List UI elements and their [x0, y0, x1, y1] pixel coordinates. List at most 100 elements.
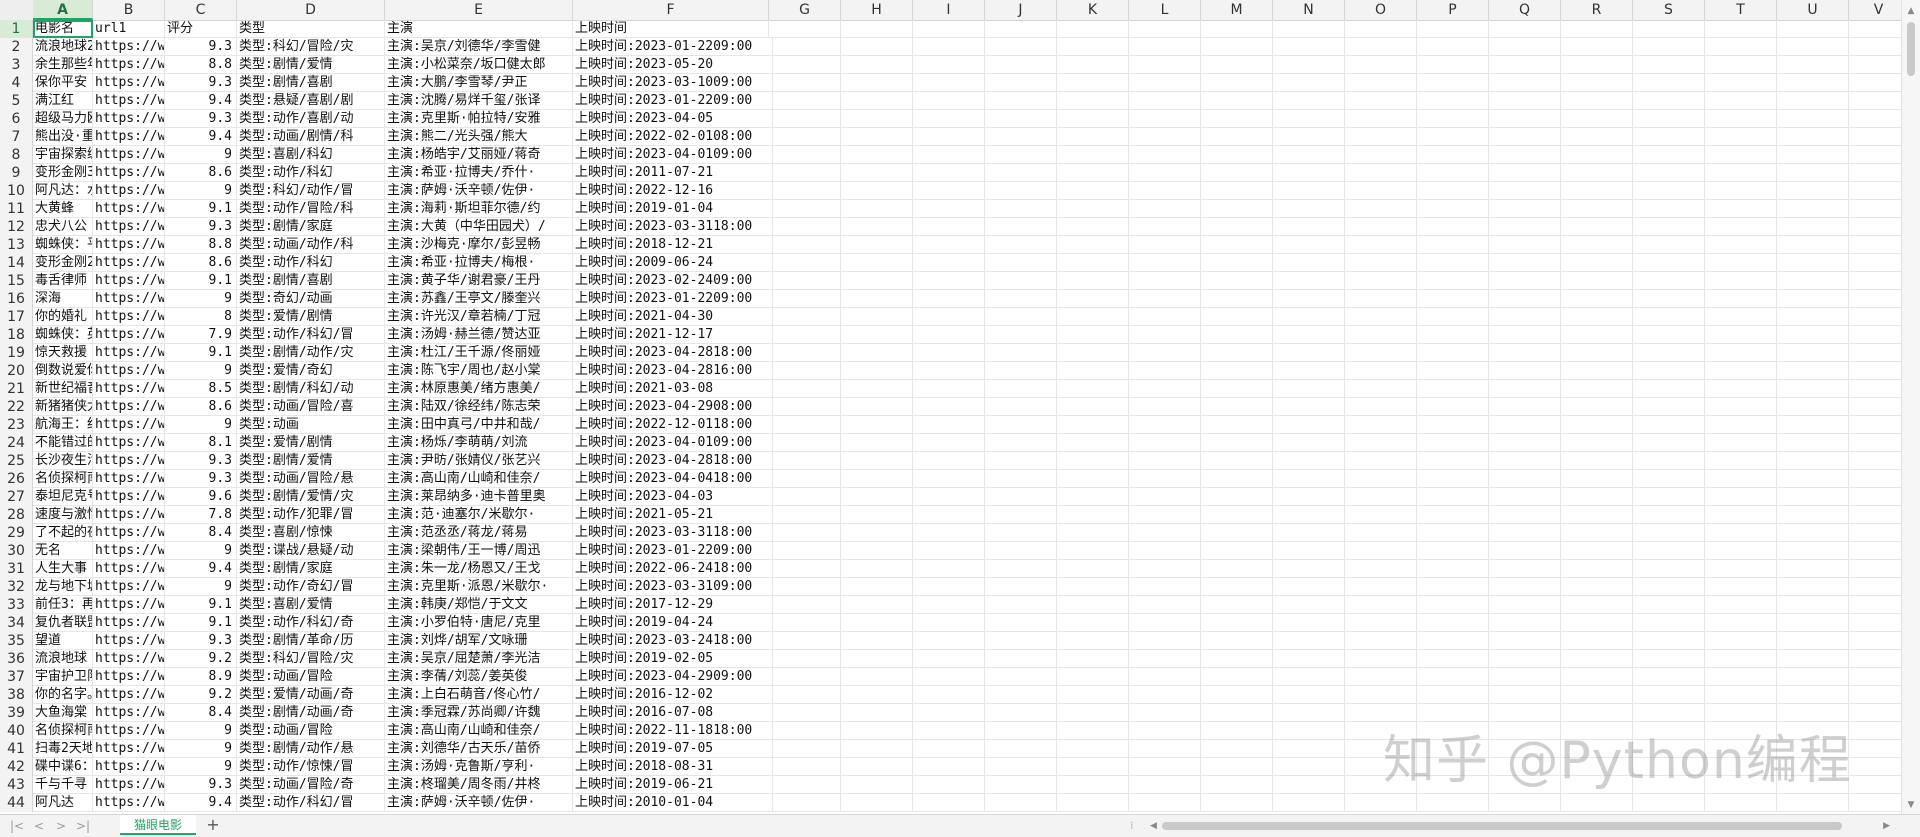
- empty-cell[interactable]: [1705, 398, 1777, 416]
- empty-cell[interactable]: [769, 362, 841, 380]
- table-cell[interactable]: https://w: [93, 524, 165, 542]
- table-cell[interactable]: 主演:杨烁/李萌萌/刘流: [385, 434, 573, 452]
- empty-cell[interactable]: [1129, 218, 1201, 236]
- empty-cell[interactable]: [913, 128, 985, 146]
- empty-cell[interactable]: [1273, 20, 1345, 38]
- empty-cell[interactable]: [1777, 380, 1849, 398]
- empty-cell[interactable]: [841, 74, 913, 92]
- empty-cell[interactable]: [1633, 722, 1705, 740]
- select-all-corner[interactable]: [0, 0, 34, 20]
- table-cell[interactable]: 扫毒2天地: [33, 740, 93, 758]
- empty-cell[interactable]: [1705, 182, 1777, 200]
- empty-cell[interactable]: [841, 452, 913, 470]
- scroll-down-arrow-icon[interactable]: ▼: [1906, 800, 1916, 810]
- empty-cell[interactable]: [1561, 722, 1633, 740]
- empty-cell[interactable]: [1129, 20, 1201, 38]
- empty-cell[interactable]: [1561, 128, 1633, 146]
- empty-cell[interactable]: [1417, 650, 1489, 668]
- empty-cell[interactable]: [769, 614, 841, 632]
- empty-cell[interactable]: [913, 380, 985, 398]
- table-cell[interactable]: 不能错过的: [33, 434, 93, 452]
- empty-cell[interactable]: [1849, 38, 1902, 56]
- empty-cell[interactable]: [913, 308, 985, 326]
- table-cell[interactable]: 类型:剧情/喜剧: [237, 74, 385, 92]
- scroll-right-arrow-icon[interactable]: ▶: [1883, 820, 1890, 832]
- empty-cell[interactable]: [1345, 146, 1417, 164]
- table-cell[interactable]: 人生大事: [33, 560, 93, 578]
- empty-cell[interactable]: [1417, 200, 1489, 218]
- table-cell[interactable]: 9: [165, 578, 237, 596]
- empty-cell[interactable]: [1273, 308, 1345, 326]
- table-cell[interactable]: 上映时间:2019-07-05: [573, 740, 773, 758]
- empty-cell[interactable]: [1417, 632, 1489, 650]
- empty-cell[interactable]: [1849, 794, 1902, 812]
- empty-cell[interactable]: [1489, 38, 1561, 56]
- empty-cell[interactable]: [1705, 434, 1777, 452]
- empty-cell[interactable]: [1705, 488, 1777, 506]
- empty-cell[interactable]: [1633, 524, 1705, 542]
- empty-cell[interactable]: [1129, 488, 1201, 506]
- empty-cell[interactable]: [1201, 74, 1273, 92]
- empty-cell[interactable]: [769, 128, 841, 146]
- table-cell[interactable]: 上映时间:2023-01-2209:00: [573, 92, 773, 110]
- table-cell[interactable]: 9.3: [165, 38, 237, 56]
- empty-cell[interactable]: [769, 308, 841, 326]
- empty-cell[interactable]: [1057, 56, 1129, 74]
- empty-cell[interactable]: [1345, 668, 1417, 686]
- empty-cell[interactable]: [769, 38, 841, 56]
- table-cell[interactable]: 上映时间:2023-04-0109:00: [573, 434, 773, 452]
- empty-cell[interactable]: [1561, 290, 1633, 308]
- table-cell[interactable]: 主演:高山南/山崎和佳奈/: [385, 722, 573, 740]
- table-cell[interactable]: 主演:吴京/刘德华/李雪健: [385, 38, 573, 56]
- empty-cell[interactable]: [1201, 344, 1273, 362]
- empty-cell[interactable]: [769, 56, 841, 74]
- empty-cell[interactable]: [1129, 416, 1201, 434]
- empty-cell[interactable]: [913, 56, 985, 74]
- row-number[interactable]: 12: [0, 218, 33, 236]
- empty-cell[interactable]: [1849, 236, 1902, 254]
- table-cell[interactable]: https://w: [93, 164, 165, 182]
- empty-cell[interactable]: [1129, 164, 1201, 182]
- table-cell[interactable]: https://w: [93, 38, 165, 56]
- table-cell[interactable]: https://w: [93, 380, 165, 398]
- empty-cell[interactable]: [913, 74, 985, 92]
- table-cell[interactable]: 8.4: [165, 704, 237, 722]
- table-cell[interactable]: 蜘蛛侠：英: [33, 326, 93, 344]
- empty-cell[interactable]: [985, 128, 1057, 146]
- table-cell[interactable]: 上映时间:2023-04-2818:00: [573, 344, 773, 362]
- empty-cell[interactable]: [1057, 200, 1129, 218]
- empty-cell[interactable]: [1201, 164, 1273, 182]
- empty-cell[interactable]: [841, 740, 913, 758]
- empty-cell[interactable]: [1201, 380, 1273, 398]
- empty-cell[interactable]: [769, 632, 841, 650]
- empty-cell[interactable]: [1561, 614, 1633, 632]
- empty-cell[interactable]: [1633, 380, 1705, 398]
- empty-cell[interactable]: [1489, 722, 1561, 740]
- table-cell[interactable]: 类型:科幻/动作/冒: [237, 182, 385, 200]
- table-cell[interactable]: 上映时间:2023-01-2209:00: [573, 542, 773, 560]
- empty-cell[interactable]: [1417, 470, 1489, 488]
- empty-cell[interactable]: [1561, 776, 1633, 794]
- empty-cell[interactable]: [1345, 200, 1417, 218]
- empty-cell[interactable]: [1057, 308, 1129, 326]
- empty-cell[interactable]: [985, 758, 1057, 776]
- empty-cell[interactable]: [1201, 722, 1273, 740]
- empty-cell[interactable]: [1777, 272, 1849, 290]
- empty-cell[interactable]: [1489, 20, 1561, 38]
- table-cell[interactable]: 了不起的夜: [33, 524, 93, 542]
- table-cell[interactable]: 类型:爱情/奇幻: [237, 362, 385, 380]
- vertical-scroll-thumb[interactable]: [1907, 22, 1915, 76]
- empty-cell[interactable]: [985, 416, 1057, 434]
- empty-cell[interactable]: [1633, 758, 1705, 776]
- empty-cell[interactable]: [1633, 794, 1705, 812]
- empty-cell[interactable]: [1273, 110, 1345, 128]
- empty-cell[interactable]: [913, 506, 985, 524]
- table-cell[interactable]: 新猪猪侠大: [33, 398, 93, 416]
- empty-cell[interactable]: [985, 290, 1057, 308]
- empty-cell[interactable]: [913, 578, 985, 596]
- table-cell[interactable]: 类型:动画/冒险/奇: [237, 776, 385, 794]
- table-cell[interactable]: 9: [165, 290, 237, 308]
- column-header-g[interactable]: G: [769, 0, 841, 20]
- table-cell[interactable]: 主演:田中真弓/中井和哉/: [385, 416, 573, 434]
- empty-cell[interactable]: [985, 632, 1057, 650]
